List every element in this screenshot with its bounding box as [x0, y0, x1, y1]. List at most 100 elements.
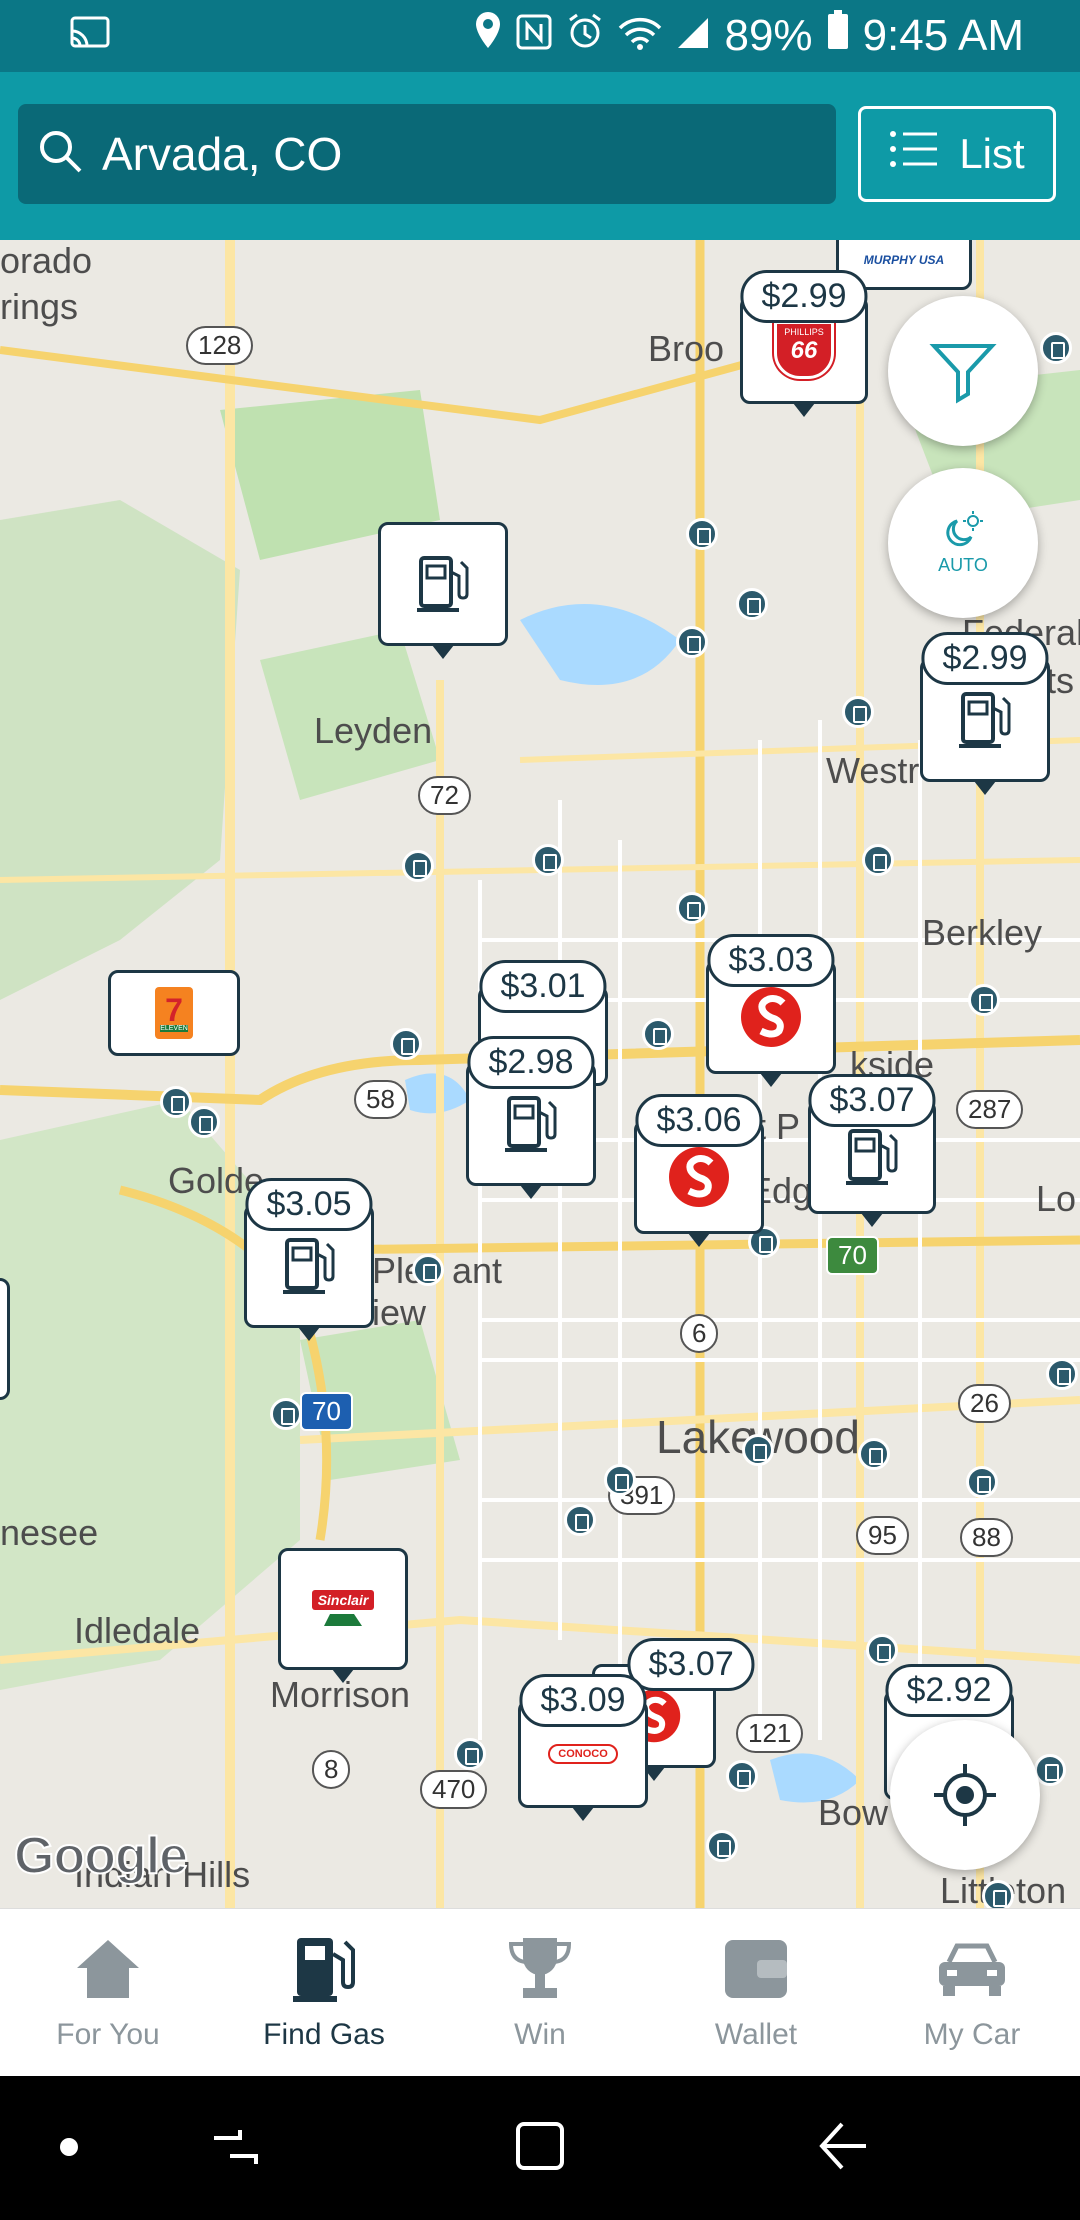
station-pin[interactable] [676, 892, 708, 924]
station-pin[interactable] [706, 1830, 738, 1862]
map-label: Lo [1036, 1178, 1077, 1219]
price-tag: $3.05 [245, 1178, 373, 1231]
station-marker[interactable]: $2.99 [920, 632, 1050, 795]
route-shield: 128 [186, 326, 254, 365]
station-pin[interactable] [160, 1086, 192, 1118]
station-pin[interactable] [604, 1464, 636, 1496]
map-label: ant [452, 1250, 503, 1291]
station-pin[interactable] [726, 1760, 758, 1792]
route-shield: 121 [736, 1714, 804, 1753]
seven-eleven-logo: 7 ELEVEN [155, 987, 193, 1039]
wifi-icon [618, 11, 662, 61]
price-tag: $2.99 [921, 632, 1049, 685]
logo-text: 7 [165, 991, 183, 1028]
location-icon [474, 10, 502, 61]
interstate-shield: 70 [300, 1392, 353, 1431]
station-marker[interactable]: 7 ELEVEN [108, 970, 240, 1056]
logo-text: Sinclair [311, 1590, 375, 1610]
logo-text: 66 [790, 337, 818, 364]
station-marker[interactable]: PHILLIPS 66 $2.99 [740, 270, 868, 417]
map-label: Berkley [922, 912, 1043, 953]
station-pin[interactable] [858, 1438, 890, 1470]
map-label: Westr [826, 750, 920, 791]
route-shield: 58 [354, 1080, 407, 1119]
recents-icon[interactable] [210, 2122, 260, 2172]
station-marker[interactable]: $3.03 [706, 934, 836, 1087]
google-attribution: Google [13, 1826, 189, 1886]
tab-find-gas[interactable]: Find Gas [216, 1909, 432, 2077]
station-marker[interactable] [0, 1278, 10, 1400]
station-pin[interactable] [270, 1398, 302, 1430]
alarm-icon [566, 11, 604, 61]
search-field[interactable]: Arvada, CO [18, 104, 836, 204]
map-label: orado [0, 240, 93, 281]
station-pin[interactable] [412, 1254, 444, 1286]
nfc-icon [516, 11, 552, 61]
system-nav-bar [0, 2076, 1080, 2220]
station-pin[interactable] [454, 1738, 486, 1770]
back-icon[interactable] [816, 2120, 870, 2172]
route-shield: 88 [960, 1518, 1013, 1557]
price-tag: $3.07 [808, 1074, 936, 1127]
route-shield: 95 [856, 1516, 909, 1555]
station-pin[interactable] [564, 1504, 596, 1536]
filter-button[interactable] [888, 296, 1038, 446]
tab-my-car[interactable]: My Car [864, 1909, 1080, 2077]
tab-win[interactable]: Win [432, 1909, 648, 2077]
station-pin[interactable] [642, 1018, 674, 1050]
my-location-button[interactable] [890, 1720, 1040, 1870]
map-view[interactable]: orado rings Broo Federal ts Leyden Westr… [0, 240, 1080, 1908]
station-marker[interactable] [378, 522, 508, 659]
station-marker[interactable]: $3.07 [808, 1074, 936, 1227]
trophy-icon [508, 1938, 572, 1998]
day-night-mode-button[interactable]: AUTO [888, 468, 1038, 618]
wallet-icon [725, 1940, 787, 1998]
conoco-logo: CONOCO [548, 1744, 618, 1764]
station-pin[interactable] [982, 1880, 1014, 1908]
map-label: iew [372, 1292, 427, 1333]
map-label: Lake [656, 1411, 756, 1463]
tab-wallet[interactable]: Wallet [648, 1909, 864, 2077]
station-pin[interactable] [966, 1466, 998, 1498]
station-pin[interactable] [866, 1634, 898, 1666]
station-pin[interactable] [862, 844, 894, 876]
station-marker[interactable]: CONOCO $3.09 [518, 1674, 648, 1821]
battery-icon [827, 10, 849, 61]
station-pin[interactable] [742, 1434, 774, 1466]
gas-pump-icon [283, 1238, 335, 1294]
route-shield: 72 [418, 776, 471, 815]
station-pin[interactable] [968, 984, 1000, 1016]
station-pin[interactable] [390, 1028, 422, 1060]
list-icon [889, 130, 938, 178]
home-icon[interactable] [514, 2120, 566, 2172]
station-marker[interactable]: $3.05 [244, 1178, 374, 1341]
list-view-button[interactable]: List [858, 106, 1056, 202]
station-pin[interactable] [676, 626, 708, 658]
tab-for-you[interactable]: For You [0, 1909, 216, 2077]
station-pin[interactable] [842, 696, 874, 728]
tab-label: My Car [923, 2018, 1021, 2051]
safeway-logo [669, 1147, 729, 1207]
station-pin[interactable] [736, 588, 768, 620]
station-pin[interactable] [1046, 1358, 1078, 1390]
phillips-66-logo: PHILLIPS 66 [774, 321, 834, 379]
map-label: Idledale [74, 1610, 201, 1651]
station-marker[interactable]: $2.98 [466, 1036, 596, 1199]
station-marker[interactable]: Sinclair [278, 1548, 408, 1683]
sinclair-logo: Sinclair [311, 1590, 375, 1628]
station-pin[interactable] [188, 1106, 220, 1138]
station-pin[interactable] [1040, 332, 1072, 364]
tab-label: Wallet [714, 2018, 798, 2051]
station-marker[interactable]: $3.06 [634, 1094, 764, 1247]
station-pin[interactable] [402, 850, 434, 882]
route-shield: 8 [312, 1750, 351, 1789]
search-input[interactable]: Arvada, CO [102, 127, 342, 181]
safeway-logo [741, 987, 801, 1047]
price-tag: $2.98 [467, 1036, 595, 1089]
station-pin[interactable] [686, 518, 718, 550]
price-tag: $2.92 [885, 1664, 1013, 1717]
car-icon [939, 1943, 1005, 1996]
bottom-tab-bar: For You Find Gas Win Wallet My Car [0, 1908, 1080, 2077]
station-pin[interactable] [532, 844, 564, 876]
map-label: nesee [0, 1512, 99, 1553]
